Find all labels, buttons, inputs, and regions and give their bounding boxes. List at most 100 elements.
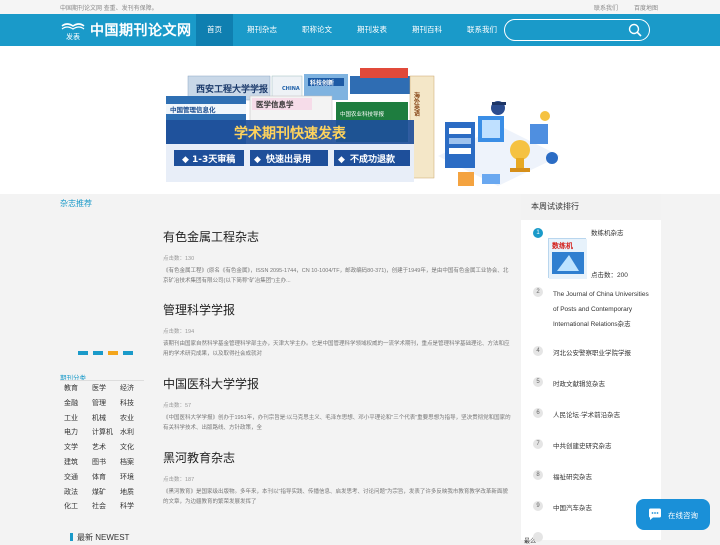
category-link[interactable]: 科学 [120,502,148,512]
svg-text:不成功退款: 不成功退款 [350,153,396,165]
rank-number: 2 [533,287,543,297]
article-desc: 《有色金属工程》(原名《有色金属》，ISSN 2095-1744，CN 10-1… [163,268,509,284]
article-clicks: 点击数：57 [163,403,192,409]
site-title: 中国期刊论文网 [90,22,192,38]
svg-text:科技创新: 科技创新 [310,79,334,87]
svg-text:海外英语: 海外英语 [413,91,421,117]
category-link[interactable]: 地质 [120,488,148,498]
rank-name[interactable]: 数练机杂志 [591,226,691,241]
category-link[interactable]: 电力 [64,428,92,438]
category-link[interactable]: 艺术 [92,443,120,453]
svg-text:发表: 发表 [66,32,80,41]
svg-text:◆: ◆ [182,155,189,165]
site-logo[interactable]: 发表 中国期刊论文网 [60,19,192,41]
article-item: 有色金属工程杂志 点击数：130 《有色金属工程》(原名《有色金属》，ISSN … [163,228,513,286]
article-title[interactable]: 管理科学学报 [163,301,513,318]
rank-clicks: 点击数：200 [591,272,628,279]
category-link[interactable]: 管理 [92,399,120,409]
category-link[interactable]: 水利 [120,428,148,438]
category-link[interactable]: 档案 [120,458,148,468]
top-link-contact[interactable]: 联系我们 [594,3,618,12]
category-link[interactable]: 体育 [92,473,120,483]
category-link[interactable]: 工业 [64,414,92,424]
main-nav: 首页 期刊杂志 职称论文 期刊发表 期刊百科 联系我们 [196,14,511,46]
rank-number: 7 [533,439,543,449]
rank-name[interactable]: The Journal of China Universities of Pos… [553,287,653,332]
article-title[interactable]: 黑河教育杂志 [163,449,513,466]
rank-name[interactable]: 中共创建史研究杂志 [553,439,653,454]
rank-number: 5 [533,377,543,387]
recommend-title: 杂志推荐 [60,199,92,208]
search-icon[interactable] [628,23,642,37]
rank-number: 4 [533,346,543,356]
category-link[interactable]: 建筑 [64,458,92,468]
category-link[interactable]: 教育 [64,384,92,394]
header: 发表 中国期刊论文网 首页 期刊杂志 职称论文 期刊发表 期刊百科 联系我们 [0,14,720,46]
rank-name[interactable]: 福祉研究杂志 [553,470,653,485]
nav-journals[interactable]: 期刊杂志 [236,14,288,46]
rank-number: 8 [533,470,543,480]
top-link-sitemap[interactable]: 百度地图 [634,3,658,12]
banner-headline: 学术期刊快速发表 [234,125,347,142]
rank-number: 1 [533,228,543,238]
rank-name[interactable]: 时政文献辑览杂志 [553,377,653,392]
svg-text:CHINA: CHINA [282,86,300,92]
top-tip: 中国期刊论文网 查重、发刊有保障。 [60,6,158,12]
slider-dot[interactable] [78,351,88,355]
article-clicks: 点击数：187 [163,477,195,483]
top-bar: 中国期刊论文网 查重、发刊有保障。 联系我们 百度地图 [0,0,720,14]
category-link[interactable]: 社会 [92,502,120,512]
hero-banner[interactable]: 西安工程大学学报 CHINA 科技创新 海外英语 中国管理信息化 医学信息学 中… [0,46,720,194]
category-link[interactable]: 图书 [92,458,120,468]
category-link[interactable]: 农业 [120,414,148,424]
category-link[interactable]: 经济 [120,384,148,394]
category-link[interactable]: 交通 [64,473,92,483]
category-list: 教育 医学 经济 金融 管理 科技 工业 机械 农业 电力 计算机 水利 文学 … [64,384,148,512]
category-link[interactable]: 金融 [64,399,92,409]
category-link[interactable]: 政法 [64,488,92,498]
chat-bubble-icon [648,508,662,521]
rank-number: 9 [533,501,543,511]
svg-text:1-3天审稿: 1-3天审稿 [192,153,235,165]
category-link[interactable]: 机械 [92,414,120,424]
svg-text:中国管理信息化: 中国管理信息化 [170,105,216,114]
article-desc: 《黑河教育》是国家级出版物。多年来，本刊以"指导实践、传播信息、启发思考、讨论问… [163,489,508,505]
svg-text:数练机: 数练机 [552,241,573,250]
category-link[interactable]: 计算机 [92,428,120,438]
nav-home[interactable]: 首页 [196,14,233,46]
article-title[interactable]: 有色金属工程杂志 [163,228,513,245]
rank-item-top[interactable]: 1 数练机杂志 数练机 点击数：200 [533,228,658,288]
online-consult-button[interactable]: 在线咨询 [636,499,710,530]
article-clicks: 点击数：130 [163,256,195,262]
latest-title: 最新 NEWEST [70,532,129,543]
article-title[interactable]: 中国医科大学学报 [163,375,513,392]
category-link[interactable]: 化工 [64,502,92,512]
category-link[interactable]: 环境 [120,473,148,483]
category-link[interactable]: 文学 [64,443,92,453]
slider-dots [78,351,133,355]
article-item: 管理科学学报 点击数：194 该期刊由国家自然科学基金管理科学部主办，天津大学主… [163,301,513,359]
logo-book-icon: 发表 [60,19,86,41]
nav-contact[interactable]: 联系我们 [456,14,508,46]
rank-name[interactable]: 河北公安警察职业学院学报 [553,346,653,361]
slider-dot[interactable] [108,351,118,355]
ranking-panel: 本周试读排行 1 数练机杂志 数练机 点击数：200 2 The Journal… [521,194,661,542]
divider [60,380,144,381]
slider-dot[interactable] [93,351,103,355]
journal-cover-image[interactable]: 数练机 [548,238,587,279]
svg-text:◆: ◆ [338,155,345,165]
category-link[interactable]: 科技 [120,399,148,409]
search-input[interactable] [513,24,623,37]
slider-dot[interactable] [123,351,133,355]
nav-encyclopedia[interactable]: 期刊百科 [401,14,453,46]
article-item: 黑河教育杂志 点击数：187 《黑河教育》是国家级出版物。多年来，本刊以"指导实… [163,449,513,507]
rank-number: 6 [533,408,543,418]
search-box [504,19,650,41]
nav-publish[interactable]: 期刊发表 [346,14,398,46]
category-link[interactable]: 文化 [120,443,148,453]
svg-text:快速出录用: 快速出录用 [266,153,311,165]
nav-title-papers[interactable]: 职称论文 [291,14,343,46]
category-link[interactable]: 煤矿 [92,488,120,498]
rank-name[interactable]: 人民论坛·学术前沿杂志 [553,408,653,423]
category-link[interactable]: 医学 [92,384,120,394]
